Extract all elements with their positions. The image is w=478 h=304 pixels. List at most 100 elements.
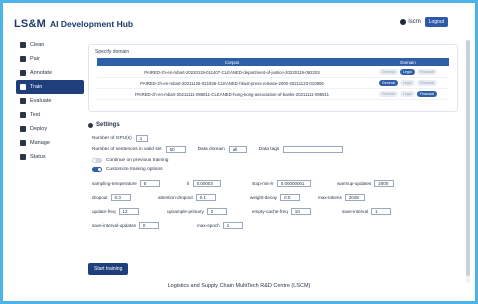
deploy-icon: [20, 126, 26, 132]
status-icon: [20, 154, 26, 160]
param-input[interactable]: 0.00000001: [276, 180, 311, 187]
evaluate-icon: [20, 98, 26, 104]
domain-label: Specify domain: [95, 49, 130, 55]
sidebar-item-clean[interactable]: Clean: [16, 38, 84, 52]
domain-option-general[interactable]: General: [379, 91, 398, 97]
continue-toggle[interactable]: [92, 158, 102, 163]
broom-icon: [20, 42, 26, 48]
sidebar-item-status[interactable]: Status: [16, 150, 84, 164]
param-stop-min-lr: stop-min-lr 0.00000001: [252, 180, 311, 187]
valid-row: Number of sentences in valid set 50 Data…: [92, 146, 344, 153]
user-area: lscm Logout: [400, 17, 448, 27]
param-label: dropout: [92, 195, 108, 200]
test-icon: [20, 112, 26, 118]
column-domain: Domain: [400, 59, 416, 65]
param-input[interactable]: 1: [371, 208, 392, 215]
param-input[interactable]: 12: [118, 208, 139, 215]
param-input[interactable]: 2000: [374, 180, 395, 187]
start-training-button[interactable]: Start training: [88, 263, 129, 275]
param-label: warmup-updates: [337, 181, 372, 186]
sidebar-item-label: Manage: [30, 140, 50, 146]
data-tags-input[interactable]: [283, 146, 344, 153]
param-input[interactable]: 0: [138, 222, 159, 229]
corpus-name: PAIRED-zh-en-mbart-20211126-021936-CLEAN…: [140, 80, 324, 86]
scrollbar[interactable]: [466, 40, 470, 283]
domain-table-header: Corpus Domain: [97, 58, 449, 66]
param-empty-cache-freq: empty-cache-freq 10: [252, 208, 311, 215]
sidebar-item-label: Train: [30, 84, 43, 90]
param-save-interval-updates: save-interval-updates 0: [92, 222, 159, 229]
sidebar-item-deploy[interactable]: Deploy: [16, 122, 84, 136]
param-label: stop-min-lr: [252, 181, 274, 186]
param-input[interactable]: 0.0: [280, 194, 301, 201]
param-label: upsample-primary: [167, 209, 204, 214]
sidebar-item-label: Deploy: [30, 126, 48, 132]
continue-row: Continue on previous training: [92, 158, 168, 163]
param-input[interactable]: 2048: [344, 194, 365, 201]
settings-heading: Settings: [88, 122, 456, 128]
param-label: save-interval: [342, 209, 369, 214]
param-input[interactable]: 0.1: [195, 194, 216, 201]
param-label: weight-decay: [250, 195, 278, 200]
data-domain-label: Data domain: [197, 147, 225, 152]
domain-option-legal[interactable]: Legal: [399, 69, 415, 75]
domain-option-financial[interactable]: Financial: [416, 80, 437, 86]
param-input[interactable]: 0.00003: [192, 180, 221, 187]
top-bar: LS&M AI Development Hub lscm Logout: [14, 13, 468, 35]
scrollbar-thumb[interactable]: [466, 40, 470, 276]
sidebar-item-annotate[interactable]: Annotate: [16, 66, 84, 80]
user-menu[interactable]: lscm: [400, 19, 421, 25]
param-input[interactable]: 10: [290, 208, 311, 215]
sidebar-item-label: Pair: [30, 56, 40, 62]
user-icon: [400, 19, 407, 25]
sidebar-item-manage[interactable]: Manage: [16, 136, 84, 150]
data-tags-label: Data tags: [258, 147, 280, 152]
param-label: empty-cache-freq: [252, 209, 288, 214]
sidebar-item-evaluate[interactable]: Evaluate: [16, 94, 84, 108]
data-domain-select[interactable]: all: [228, 146, 247, 153]
logout-button[interactable]: Logout: [424, 17, 448, 27]
sidebar-item-label: Status: [30, 154, 46, 160]
sidebar-item-test[interactable]: Test: [16, 108, 84, 122]
customize-row: Customize training options: [92, 167, 163, 172]
footer: Logistics and Supply Chain MultiTech R&D…: [167, 283, 311, 289]
param-label: max-tokens: [318, 195, 342, 200]
settings-panel: Settings Number of GPU(s) 1 Number of se…: [88, 122, 456, 258]
sidebar-item-label: Annotate: [30, 70, 53, 76]
param-input[interactable]: 1: [222, 222, 243, 229]
param-label: save-interval-updates: [92, 223, 136, 228]
param-update-freq: update-freq 12: [92, 208, 139, 215]
domain-option-general[interactable]: General: [379, 69, 398, 75]
gpus-input[interactable]: 1: [135, 135, 148, 142]
param-label: update-freq: [92, 209, 116, 214]
train-icon: [20, 84, 26, 90]
domain-selector: General Legal Financial: [367, 69, 449, 75]
customize-label: Customize training options: [106, 167, 163, 172]
param-input[interactable]: 5: [139, 180, 160, 187]
param-max-tokens: max-tokens 2048: [318, 194, 365, 201]
customize-toggle[interactable]: [92, 167, 102, 172]
domain-option-general[interactable]: General: [379, 80, 398, 86]
param-upsample-primary: upsample-primary 2: [167, 208, 227, 215]
manage-icon: [20, 140, 26, 146]
sidebar-item-label: Clean: [30, 42, 45, 48]
domain-option-legal[interactable]: Legal: [399, 80, 415, 86]
valid-input[interactable]: 50: [165, 146, 186, 153]
main-content: Specify domain Corpus Domain PAIRED-zh-e…: [88, 44, 462, 280]
domain-option-financial[interactable]: Financial: [416, 91, 437, 97]
param-save-interval: save-interval 1: [342, 208, 392, 215]
param-input[interactable]: 0.3: [110, 194, 131, 201]
sidebar-item-train[interactable]: Train: [16, 80, 84, 94]
app-title: AI Development Hub: [49, 19, 134, 29]
domain-selector: General Legal Financial: [367, 91, 449, 97]
pair-icon: [20, 56, 26, 62]
sidebar-item-label: Evaluate: [30, 98, 52, 104]
domain-option-legal[interactable]: Legal: [399, 91, 415, 97]
domain-option-financial[interactable]: Financial: [416, 69, 437, 75]
param-weight-decay: weight-decay 0.0: [250, 194, 301, 201]
param-input[interactable]: 2: [206, 208, 227, 215]
continue-label: Continue on previous training: [106, 158, 169, 163]
corpus-name: PAIRED-zh-en-mbart-20220119-011407-CLEAN…: [144, 69, 320, 75]
valid-label: Number of sentences in valid set: [92, 147, 162, 152]
sidebar-item-pair[interactable]: Pair: [16, 52, 84, 66]
